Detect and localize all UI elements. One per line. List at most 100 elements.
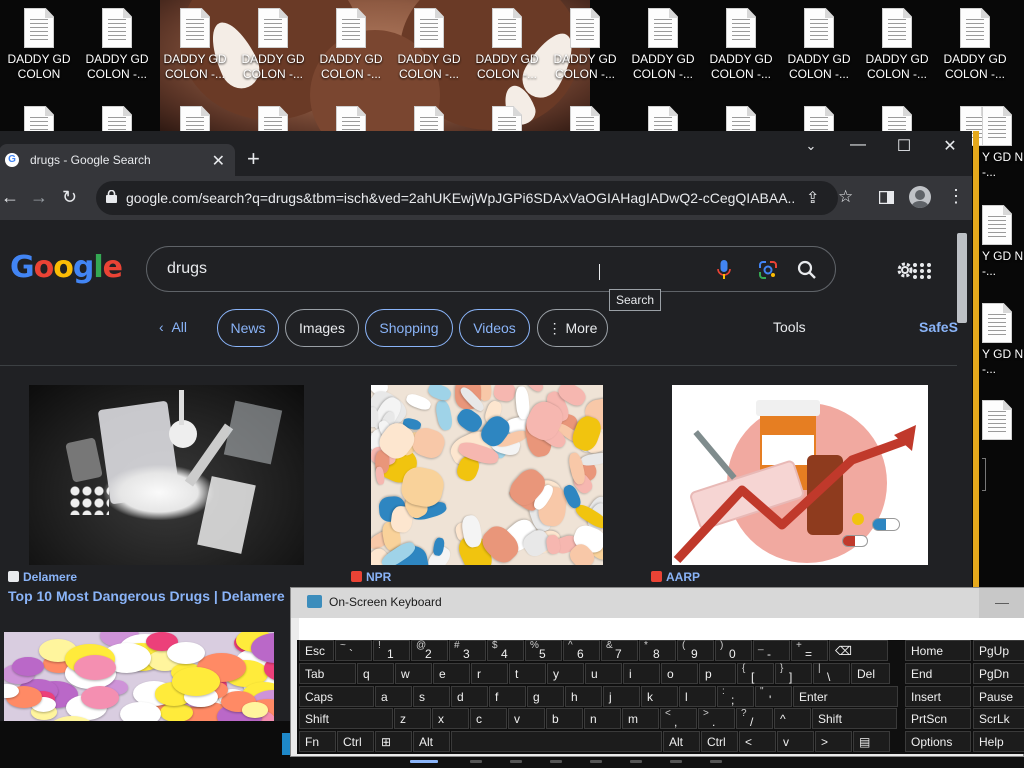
chip-news[interactable]: News [217, 309, 279, 347]
taskbar-app-icon[interactable] [282, 733, 290, 755]
key[interactable]: b [546, 708, 583, 729]
key-nav[interactable]: PrtScn [905, 708, 971, 729]
key[interactable]: h [565, 686, 602, 707]
key[interactable]: k [641, 686, 678, 707]
key[interactable]: ⌫ [829, 640, 888, 661]
key[interactable]: :; [717, 686, 754, 707]
result-source-2[interactable]: NPR [351, 570, 391, 584]
key[interactable]: Alt [663, 731, 700, 752]
key[interactable]: v [508, 708, 545, 729]
key[interactable]: + = [791, 640, 828, 661]
desktop-file-icon[interactable]: DADDY GD COLON -... [936, 8, 1014, 82]
desktop-file-icon[interactable]: DADDY GD COLON -... [468, 8, 546, 82]
key-nav[interactable]: PgUp [973, 640, 1024, 661]
key[interactable]: ? / [736, 708, 773, 729]
key[interactable]: g [527, 686, 564, 707]
key[interactable]: l [679, 686, 716, 707]
key[interactable] [451, 731, 662, 752]
close-tab-icon[interactable]: ✕ [212, 151, 225, 171]
share-icon[interactable]: ⇪ [806, 188, 819, 208]
key[interactable]: >. [698, 708, 735, 729]
minimize-button[interactable]: — [846, 136, 870, 154]
key[interactable]: o [661, 663, 698, 684]
chip-images[interactable]: Images [285, 309, 359, 347]
key[interactable]: Shift [299, 708, 393, 729]
key[interactable]: Tab [299, 663, 356, 684]
key[interactable]: Esc [299, 640, 334, 661]
chip-shopping[interactable]: Shopping [365, 309, 453, 347]
key[interactable]: {[ [737, 663, 774, 684]
key[interactable]: <, [660, 708, 697, 729]
key[interactable]: s [413, 686, 450, 707]
taskbar-indicator[interactable] [670, 760, 682, 763]
key[interactable]: v [777, 731, 814, 752]
result-image-3[interactable] [672, 385, 928, 565]
key[interactable]: }] [775, 663, 812, 684]
key[interactable]: j [603, 686, 640, 707]
search-icon[interactable] [797, 260, 817, 280]
key-nav[interactable]: Home [905, 640, 971, 661]
star-icon[interactable]: ☆ [838, 187, 853, 207]
desktop-file-icon[interactable]: DADDY GD COLON -... [78, 8, 156, 82]
reload-icon[interactable]: ↻ [62, 187, 77, 208]
key[interactable]: x [432, 708, 469, 729]
key[interactable]: Enter [793, 686, 898, 707]
key[interactable]: * 8 [639, 640, 676, 661]
key-nav[interactable]: ScrLk [973, 708, 1024, 729]
key[interactable]: Ctrl [337, 731, 374, 752]
side-panel-icon[interactable] [879, 191, 894, 204]
safesearch-button[interactable]: SafeS [919, 319, 958, 335]
desktop-file-icon[interactable]: DADDY GD COLON -... [156, 8, 234, 82]
key[interactable]: Shift [812, 708, 897, 729]
forward-icon[interactable]: → [30, 187, 48, 208]
profile-icon[interactable] [909, 186, 931, 208]
key[interactable]: z [394, 708, 431, 729]
menu-icon[interactable]: ⋮ [947, 186, 965, 207]
desktop-file-icon[interactable]: DADDY GD COLON -... [390, 8, 468, 82]
key[interactable]: > [815, 731, 852, 752]
taskbar-indicator[interactable] [630, 760, 642, 763]
key[interactable]: a [375, 686, 412, 707]
desktop-file-icon[interactable]: DADDY GD COLON -... [702, 8, 780, 82]
chip-videos[interactable]: Videos [459, 309, 530, 347]
apps-grid-icon[interactable] [912, 262, 932, 280]
close-window-button[interactable]: ✕ [938, 136, 962, 156]
all-link[interactable]: ‹ All [159, 319, 187, 335]
key[interactable]: ⊞ [375, 731, 412, 752]
key[interactable]: ▤ [853, 731, 890, 752]
key-nav[interactable]: Options [905, 731, 971, 752]
key[interactable]: w [395, 663, 432, 684]
key[interactable]: @2 [411, 640, 448, 661]
tab-search-chevron-icon[interactable]: ⌄ [799, 138, 823, 154]
key[interactable]: Ctrl [701, 731, 738, 752]
osk-minimize-button[interactable]: — [979, 588, 1024, 618]
back-icon[interactable]: ← [1, 187, 19, 208]
key[interactable]: y [547, 663, 584, 684]
google-logo[interactable]: Google [10, 250, 123, 285]
key-nav[interactable]: End [905, 663, 971, 684]
desktop-file-icon[interactable]: DADDY GD COLON -... [780, 8, 858, 82]
key[interactable]: n [584, 708, 621, 729]
key[interactable]: Del [851, 663, 890, 684]
result-image-4[interactable] [4, 632, 274, 721]
tab-active[interactable]: G drugs - Google Search ✕ [0, 144, 235, 176]
taskbar-indicator[interactable] [470, 760, 482, 763]
taskbar-indicator[interactable] [590, 760, 602, 763]
key[interactable]: #3 [449, 640, 486, 661]
desktop-file-icon[interactable]: DADDY GD COLON -... [858, 8, 936, 82]
key[interactable]: Caps [299, 686, 374, 707]
result-image-2[interactable] [371, 385, 603, 565]
key[interactable]: u [585, 663, 622, 684]
key[interactable]: Alt [413, 731, 450, 752]
chip-more[interactable]: ⋮ More [537, 309, 608, 347]
key[interactable]: r [471, 663, 508, 684]
desktop-file-icon[interactable]: DADDY GD COLON -... [624, 8, 702, 82]
microphone-icon[interactable] [717, 259, 731, 281]
key[interactable]: ~ ` [335, 640, 372, 661]
key[interactable]: ! 1 [373, 640, 410, 661]
new-tab-button[interactable]: + [247, 146, 260, 172]
tools-button[interactable]: Tools [773, 319, 806, 335]
key[interactable]: p [699, 663, 736, 684]
maximize-button[interactable]: ☐ [892, 136, 916, 156]
key[interactable]: _ - [753, 640, 790, 661]
